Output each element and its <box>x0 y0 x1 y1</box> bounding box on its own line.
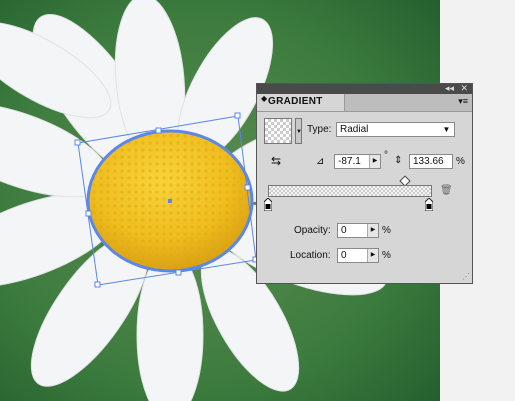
close-icon[interactable]: ✕ <box>460 83 468 94</box>
collapse-icon[interactable]: ◂◂ <box>445 83 454 94</box>
chevron-down-icon[interactable]: ▼ <box>439 123 454 136</box>
aspect-ratio-value: 133.66 <box>413 156 444 167</box>
location-percent-sign: % <box>382 250 391 261</box>
swatch-dropdown-icon[interactable]: ▼ <box>295 118 302 144</box>
opacity-field[interactable]: 0 ▶ <box>337 223 379 238</box>
opacity-value: 0 <box>341 225 347 236</box>
location-spin-icon[interactable]: ▶ <box>367 249 378 262</box>
angle-icon: ⊿ <box>316 156 325 167</box>
delete-stop-icon[interactable]: 🗑 <box>440 185 453 196</box>
tab-options-icon[interactable]: ◆ <box>261 95 267 103</box>
gradient-slider[interactable] <box>268 185 432 197</box>
aspect-ratio-field[interactable]: 133.66 <box>409 154 453 169</box>
resize-grip-icon[interactable]: ⋰ <box>462 272 470 281</box>
opacity-label: Opacity: <box>294 225 331 236</box>
location-label: Location: <box>290 250 331 261</box>
aspect-percent-sign: % <box>456 156 465 167</box>
panel-titlebar[interactable]: ◂◂ ✕ <box>257 83 472 94</box>
panel-menu-icon[interactable]: ▾≡ <box>458 96 468 107</box>
reverse-gradient-icon[interactable]: ⇆ <box>271 155 281 167</box>
type-label: Type: <box>307 124 332 135</box>
location-value: 0 <box>341 250 347 261</box>
gradient-swatch[interactable] <box>264 118 292 144</box>
gradient-stop-left[interactable] <box>264 198 272 211</box>
opacity-spin-icon[interactable]: ▶ <box>367 224 378 237</box>
panel-tab-row: ◆ GRADIENT <box>257 94 472 112</box>
type-select[interactable]: Radial ▼ <box>336 122 455 137</box>
opacity-percent-sign: % <box>382 225 391 236</box>
gradient-stop-right[interactable] <box>425 198 433 211</box>
aspect-ratio-icon: ⇕ <box>394 155 403 166</box>
type-select-value: Radial <box>340 124 369 135</box>
tab-gradient-label: GRADIENT <box>268 96 323 107</box>
gradient-panel: ◂◂ ✕ ◆ GRADIENT ▾≡ ▼ Type: Radial ▼ ⇆ ⊿ … <box>256 83 473 284</box>
angle-spin-icon[interactable]: ▶ <box>369 155 380 168</box>
tab-gradient[interactable]: ◆ GRADIENT <box>257 94 345 111</box>
location-field[interactable]: 0 ▶ <box>337 248 379 263</box>
center-point[interactable] <box>168 199 172 203</box>
angle-field[interactable]: -87.1 ▶ <box>334 154 381 169</box>
degree-sign: ° <box>384 150 388 161</box>
angle-value: -87.1 <box>338 156 361 167</box>
